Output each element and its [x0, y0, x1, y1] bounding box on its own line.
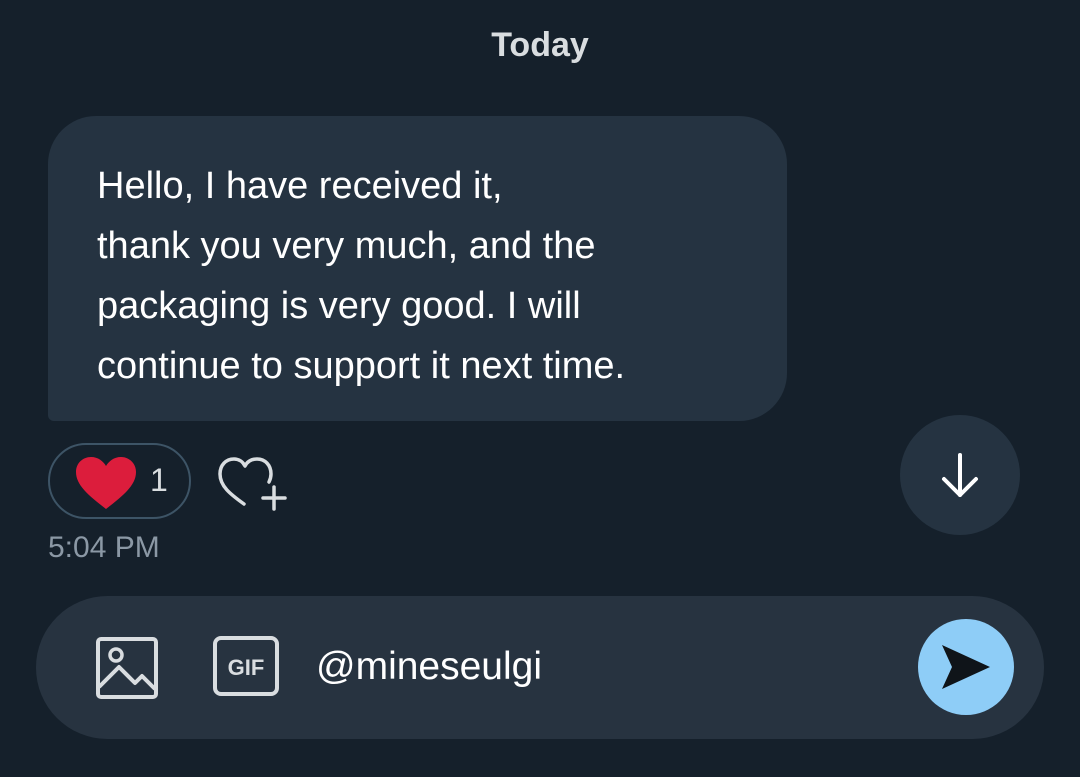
message-line: packaging is very good. I will	[97, 285, 581, 327]
send-icon	[942, 645, 990, 689]
send-button[interactable]	[918, 619, 1014, 715]
add-reaction-icon[interactable]	[216, 452, 292, 514]
scroll-to-bottom-button[interactable]	[900, 415, 1020, 535]
date-divider: Today	[491, 26, 589, 64]
image-icon[interactable]	[95, 636, 159, 700]
message-composer: GIF	[36, 596, 1044, 739]
gif-button[interactable]: GIF	[213, 636, 279, 696]
message-line: thank you very much, and the	[97, 225, 596, 267]
message-line: continue to support it next time.	[97, 345, 626, 387]
gif-label: GIF	[228, 655, 265, 680]
message-timestamp: 5:04 PM	[48, 531, 160, 564]
heart-icon	[76, 457, 136, 509]
message-input[interactable]	[316, 637, 906, 697]
reaction-count: 1	[150, 462, 168, 498]
message-bubble[interactable]: Hello, I have received it, thank you ver…	[48, 116, 787, 421]
arrow-down-icon	[942, 453, 978, 497]
message-line: Hello, I have received it,	[97, 165, 503, 207]
heart-reaction-button[interactable]: 1	[48, 443, 191, 519]
